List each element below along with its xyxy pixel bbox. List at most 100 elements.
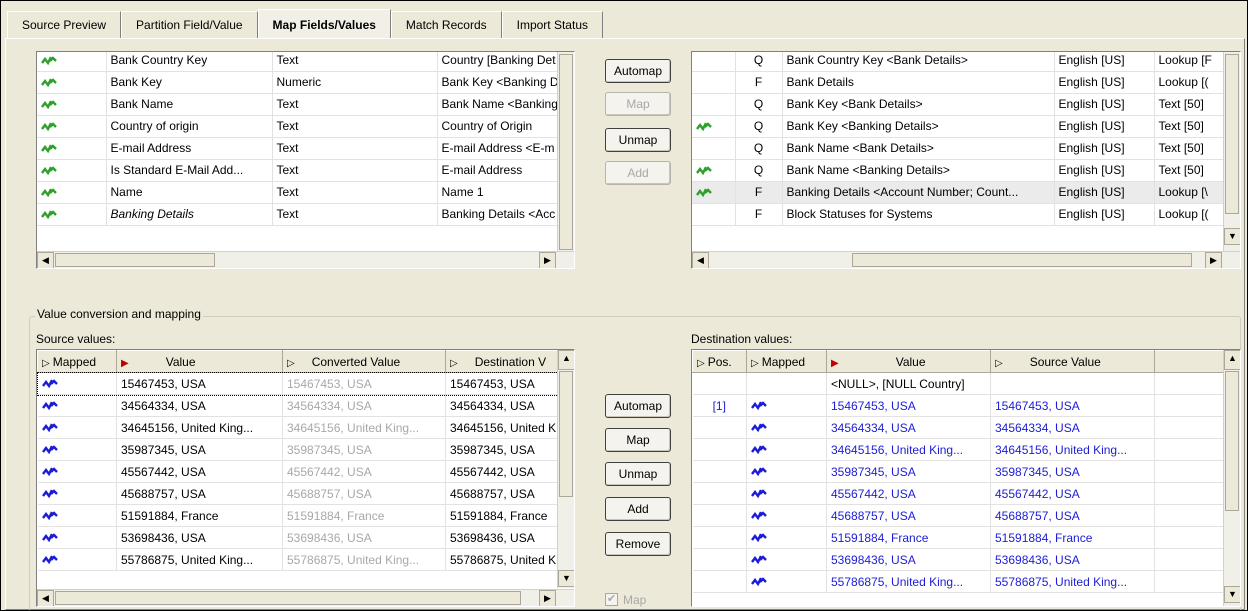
scroll-left-arrow-icon[interactable]: ◀ [37,252,54,268]
mapped-arrows-icon [41,119,57,133]
source-field-row[interactable]: Bank Name Text Bank Name <Banking [37,93,560,116]
automap-values-button[interactable]: Automap [605,394,671,418]
mapped-arrows-icon [751,487,767,501]
source-field-row[interactable]: Country of origin Text Country of Origin [37,115,560,138]
map-checkbox[interactable]: ✔ [605,593,618,606]
col-source-value-header[interactable]: ▷ Source Value [990,350,1155,373]
source-field-row[interactable]: Bank Key Numeric Bank Key <Banking D [37,71,560,94]
automap-fields-button[interactable]: Automap [605,59,671,83]
sort-icon: ▷ [42,357,50,369]
tab-partition-field-value[interactable]: Partition Field/Value [121,11,258,39]
col-dest-value-header[interactable]: ▶ Value [826,350,991,373]
scroll-right-arrow-icon[interactable]: ▶ [539,590,556,606]
scroll-up-arrow-icon[interactable]: ▲ [558,350,574,370]
source-value-row[interactable]: 34645156, United King... 34645156, United… [37,416,560,439]
scroll-left-arrow-icon[interactable]: ◀ [37,590,54,606]
col-value-header[interactable]: ▶ Value [116,350,283,373]
tab-bar: Source Preview Partition Field/Value Map… [7,9,603,39]
destination-field-row[interactable]: F Banking Details <Account Number; Count.… [692,180,1226,204]
mapped-arrows-icon [696,185,712,199]
destination-value-row[interactable]: 53698436, USA 53698436, USA [692,548,1226,571]
destination-fields-hscroll[interactable]: ◀ ▶ [692,251,1240,268]
mapped-arrows-icon [41,399,58,413]
mapped-arrows-icon [751,575,767,589]
source-value-row[interactable]: 35987345, USA 35987345, USA 35987345, USA [37,438,560,461]
mapped-arrows-icon [41,553,58,567]
tab-map-fields-values[interactable]: Map Fields/Values [257,9,391,39]
source-value-row[interactable]: 45688757, USA 45688757, USA 45688757, USA [37,482,560,505]
tab-import-status[interactable]: Import Status [501,11,603,39]
mapped-arrows-icon [41,75,57,89]
destination-value-row[interactable]: 34645156, United King... 34645156, United… [692,438,1226,461]
destination-field-row[interactable]: F Block Statuses for Systems English [US] L… [692,203,1226,226]
add-field-button[interactable]: Add [605,161,671,185]
mapped-arrows-icon [696,119,712,133]
mapped-arrows-icon [41,207,57,221]
source-field-row[interactable]: Banking Details Text Banking Details <Acc [37,202,560,226]
scroll-down-arrow-icon[interactable]: ▼ [1224,228,1240,245]
unmap-fields-button[interactable]: Unmap [605,128,671,152]
add-value-button[interactable]: Add [605,497,671,521]
sort-icon: ▷ [287,357,295,369]
destination-value-row[interactable]: [1] 15467453, USA 15467453, USA [692,394,1226,417]
mapped-arrows-icon [751,509,767,523]
col-pos-header[interactable]: ▷ Pos. [692,350,747,373]
destination-value-row[interactable]: 45567442, USA 45567442, USA [692,482,1226,505]
source-values-hscroll[interactable]: ◀ ▶ [37,589,574,606]
scroll-down-arrow-icon[interactable]: ▼ [558,570,574,587]
map-fields-button[interactable]: Map [605,92,671,116]
destination-value-row[interactable]: 35987345, USA 35987345, USA [692,460,1226,483]
destination-value-row[interactable]: 51591884, France 51591884, France [692,526,1226,549]
scroll-right-arrow-icon[interactable]: ▶ [1205,252,1222,268]
destination-value-row[interactable]: 34564334, USA 34564334, USA [692,416,1226,439]
scroll-left-arrow-icon[interactable]: ◀ [692,252,709,268]
scroll-up-arrow-icon[interactable]: ▲ [1224,350,1240,370]
col-dest-mapped-header[interactable]: ▷ Mapped [746,350,827,373]
source-field-row[interactable]: Name Text Name 1 [37,181,560,204]
sort-icon: ▷ [751,357,759,369]
destination-fields-grid[interactable]: Q Bank Country Key <Bank Details> English … [691,51,1241,269]
destination-value-row[interactable]: 45688757, USA 45688757, USA [692,504,1226,527]
col-mapped-header[interactable]: ▷ Mapped [37,350,117,373]
tab-match-records[interactable]: Match Records [390,11,502,39]
destination-field-row[interactable]: Q Bank Key <Bank Details> English [US] Text… [692,93,1226,116]
source-fields-vscroll[interactable] [557,52,574,252]
destination-fields-vscroll[interactable]: ▼ [1223,52,1240,252]
destination-field-row[interactable]: Q Bank Name <Bank Details> English [US] Tex… [692,137,1226,160]
col-destination-header[interactable]: ▷ Destination V [445,350,560,373]
source-values-vscroll[interactable]: ▲ ▼ [557,350,574,588]
source-values-grid[interactable]: ▷ Mapped ▶ Value ▷ Converted Value ▷ Destina… [36,349,575,607]
scroll-right-arrow-icon[interactable]: ▶ [539,252,556,268]
source-value-row[interactable]: 53698436, USA 53698436, USA 53698436, USA [37,526,560,549]
destination-field-row[interactable]: Q Bank Country Key <Bank Details> English … [692,52,1226,72]
remove-value-button[interactable]: Remove [605,532,671,556]
source-fields-grid[interactable]: Bank Country Key Text Country [Banking Det… [36,51,575,269]
scroll-down-arrow-icon[interactable]: ▼ [1224,586,1240,603]
source-value-row[interactable]: 34564334, USA 34564334, USA 34564334, USA [37,394,560,417]
source-field-row[interactable]: Bank Country Key Text Country [Banking Det [37,52,560,72]
source-field-row[interactable]: Is Standard E-Mail Add... Text E-mail Addr… [37,159,560,182]
unmap-values-button[interactable]: Unmap [605,462,671,486]
source-field-row[interactable]: E-mail Address Text E-mail Address <E-m [37,137,560,160]
col-converted-header[interactable]: ▷ Converted Value [282,350,446,373]
map-checkbox-label: Map [623,593,647,607]
mapped-arrows-icon [41,531,58,545]
source-value-row[interactable]: 55786875, United King... 55786875, United… [37,548,560,571]
source-fields-hscroll[interactable]: ◀ ▶ [37,251,574,268]
destination-values-vscroll[interactable]: ▲ ▼ [1223,350,1240,606]
source-value-row[interactable]: 51591884, France 51591884, France 51591884… [37,504,560,527]
destination-field-row[interactable]: Q Bank Name <Banking Details> English [US]… [692,159,1226,182]
destination-field-row[interactable]: Q Bank Key <Banking Details> English [US] T… [692,115,1226,138]
mapped-arrows-icon [41,163,57,177]
destination-values-grid[interactable]: ▷ Pos. ▷ Mapped ▶ Value ▷ Source Value <NULL… [691,349,1241,607]
source-value-row[interactable]: 15467453, USA 15467453, USA 15467453, USA [37,371,561,396]
destination-value-row[interactable]: <NULL>, [NULL Country] [692,372,1226,395]
tab-source-preview[interactable]: Source Preview [7,11,122,39]
group-title: Value conversion and mapping [35,307,203,321]
map-values-button[interactable]: Map [605,428,671,452]
destination-value-row[interactable]: 55786875, United King... 55786875, United… [692,570,1226,593]
source-value-row[interactable]: 45567442, USA 45567442, USA 45567442, USA [37,460,560,483]
destination-values-label: Destination values: [691,332,793,346]
destination-field-row[interactable]: F Bank Details English [US] Lookup [( [692,71,1226,94]
sort-active-icon: ▶ [831,357,839,369]
